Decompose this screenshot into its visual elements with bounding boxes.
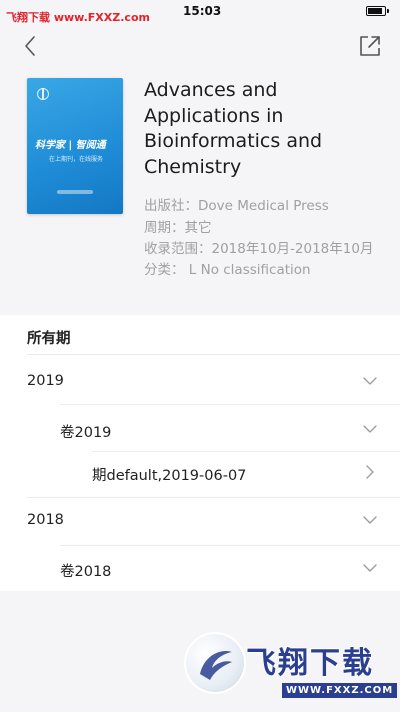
issue-year-label: 2018 <box>27 512 64 528</box>
issues-section-title: 所有期 <box>27 331 71 347</box>
chevron-down-icon <box>363 564 377 572</box>
cover-subtitle: 在上期刊，在线服务 <box>49 156 104 163</box>
chevron-right-icon <box>366 465 374 479</box>
journal-period: 周期：其它 <box>144 220 212 236</box>
chevron-down-icon <box>363 425 377 433</box>
status-bar: 飞翔下载 www.FXXZ.com 15:03 <box>0 0 400 24</box>
watermark-text: 飞翔下载 <box>246 646 374 681</box>
issue-volume-label: 卷2019 <box>60 425 112 441</box>
share-button[interactable] <box>358 33 382 59</box>
chevron-left-icon <box>25 36 35 56</box>
cover-title: 科学家 | 智阅通 <box>35 140 106 151</box>
watermark-top: 飞翔下载 www.FXXZ.com <box>6 11 150 24</box>
status-time: 15:03 <box>183 4 222 18</box>
journal-classification: 分类： L No classification <box>144 262 311 278</box>
divider <box>27 354 400 355</box>
issue-item-label: 期default,2019-06-07 <box>92 468 247 484</box>
cover-decoration <box>57 190 93 194</box>
issue-volume-label: 卷2018 <box>60 564 112 580</box>
back-button[interactable] <box>18 33 42 59</box>
issues-panel <box>0 315 400 591</box>
divider <box>60 545 400 546</box>
divider <box>92 451 400 452</box>
chevron-down-icon <box>363 516 377 524</box>
journal-cover[interactable]: 科学家 | 智阅通 在上期刊，在线服务 <box>27 78 123 214</box>
share-icon <box>360 36 380 56</box>
battery-icon <box>366 6 389 16</box>
divider <box>27 497 400 498</box>
journal-publisher: 出版社：Dove Medical Press <box>144 198 329 214</box>
chevron-down-icon <box>363 377 377 385</box>
issue-volume-2018[interactable]: 卷2018 <box>0 560 400 580</box>
cover-logo-icon <box>37 88 49 100</box>
issue-year-2019[interactable]: 2019 <box>0 373 400 393</box>
issue-volume-2019[interactable]: 卷2019 <box>0 421 400 441</box>
journal-range: 收录范围：2018年10月-2018年10月 <box>144 241 374 257</box>
issue-item-2019-06-07[interactable]: 期default,2019-06-07 <box>0 464 400 484</box>
divider <box>60 404 400 405</box>
issue-year-label: 2019 <box>27 373 64 389</box>
watermark-url: WWW.FXXZ.COM <box>282 683 398 698</box>
journal-title: Advances and Applications in Bioinformat… <box>144 79 323 178</box>
issue-year-2018[interactable]: 2018 <box>0 512 400 532</box>
watermark-logo-icon <box>186 634 244 692</box>
